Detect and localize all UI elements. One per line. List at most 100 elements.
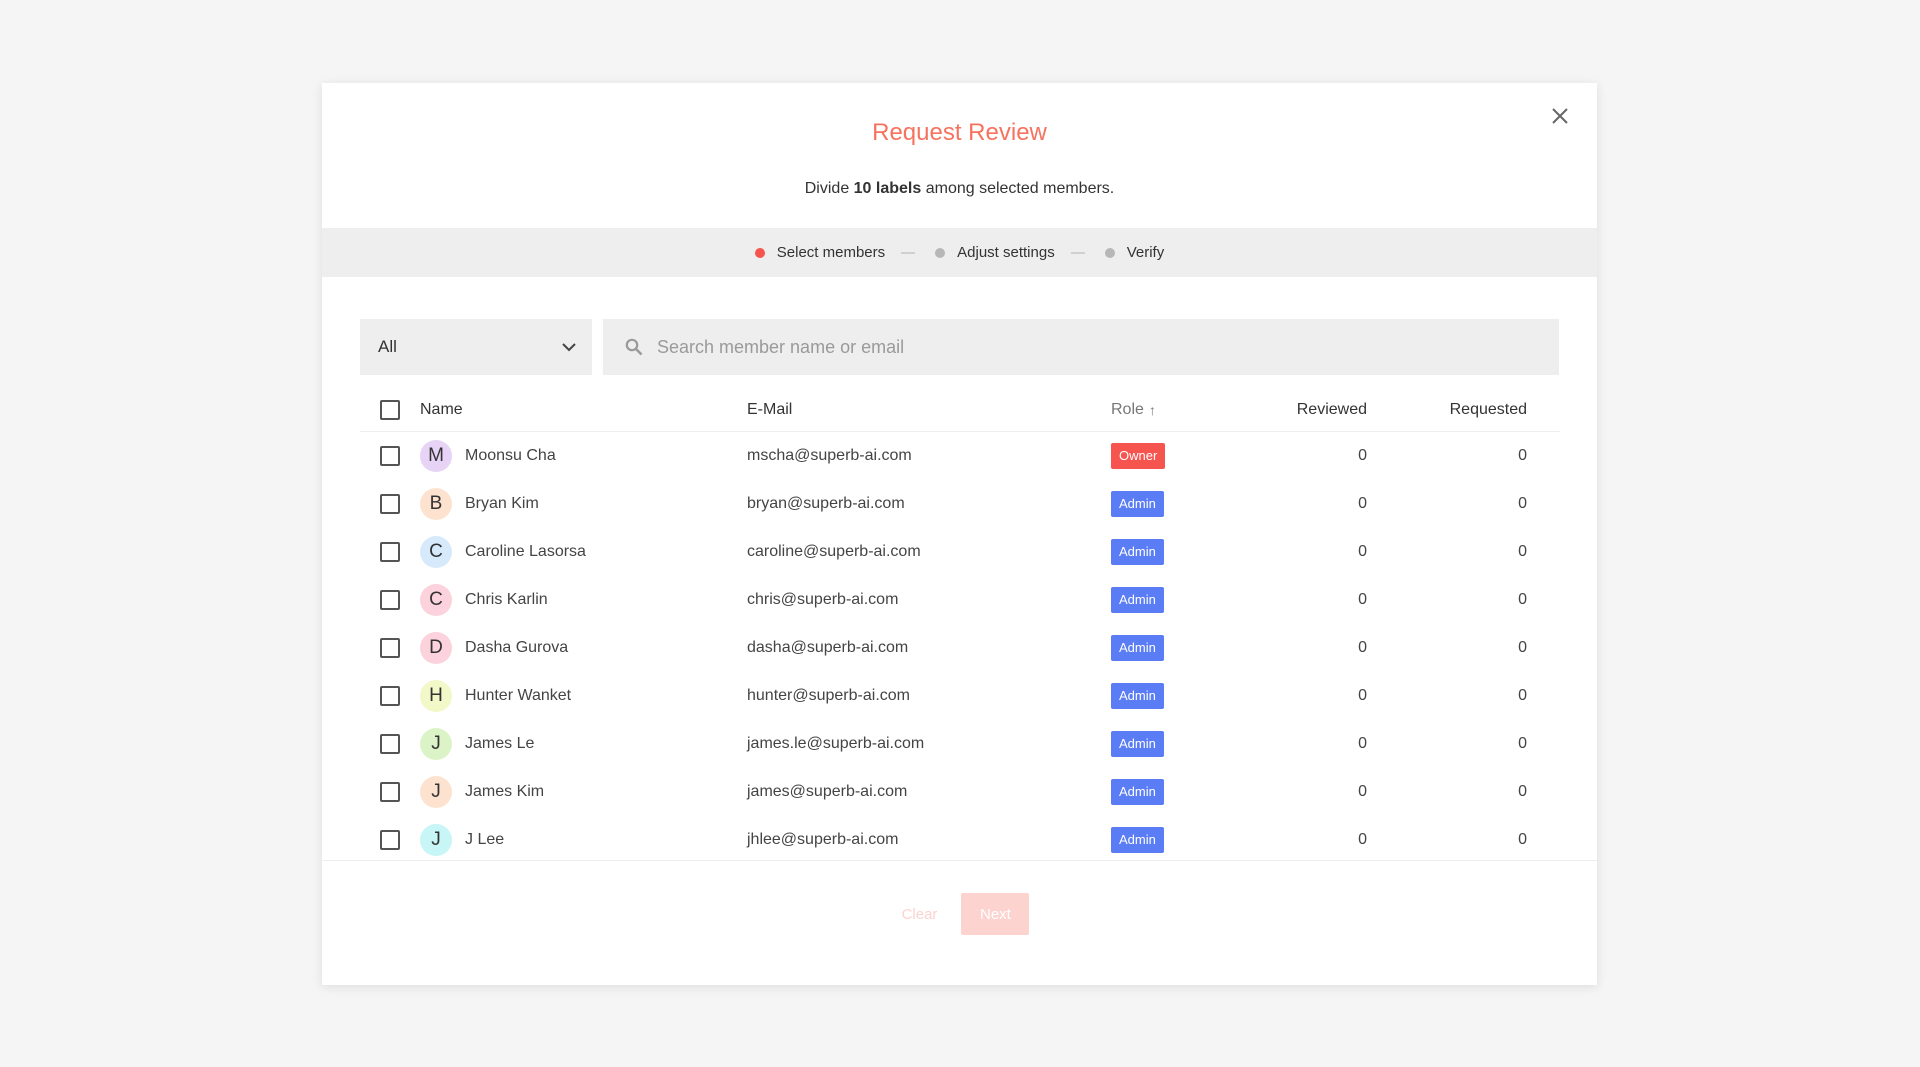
role-filter-value: All bbox=[378, 337, 397, 356]
reviewed-count: 0 bbox=[1358, 687, 1367, 704]
select-all-checkbox[interactable] bbox=[380, 399, 400, 420]
dialog-title: Request Review bbox=[872, 119, 1047, 146]
member-email: caroline@superb-ai.com bbox=[747, 543, 921, 560]
search-field[interactable] bbox=[603, 319, 1559, 375]
stepper: Select members Adjust settings Verify bbox=[322, 228, 1597, 277]
requested-count: 0 bbox=[1518, 591, 1527, 608]
member-name: Caroline Lasorsa bbox=[465, 543, 586, 560]
member-name: James Kim bbox=[465, 783, 545, 800]
member-email: james.le@superb-ai.com bbox=[747, 735, 925, 752]
role-column-header[interactable]: Role ↑ bbox=[1111, 401, 1156, 419]
step-label: Adjust settings bbox=[957, 244, 1055, 261]
table-row[interactable]: C Chris Karlin chris@superb-ai.com Admin 0 0 bbox=[360, 576, 1560, 624]
divider bbox=[322, 860, 1597, 861]
table-row[interactable]: C Caroline Lasorsa caroline@superb-ai.com A… bbox=[360, 528, 1560, 576]
reviewed-count: 0 bbox=[1358, 783, 1367, 800]
avatar: C bbox=[420, 536, 452, 568]
member-email: jhlee@superb-ai.com bbox=[747, 831, 899, 848]
role-badge: Admin bbox=[1111, 635, 1164, 661]
next-button[interactable]: Next bbox=[961, 893, 1030, 935]
member-name: James Le bbox=[465, 735, 535, 752]
requested-count: 0 bbox=[1518, 831, 1527, 848]
step-label: Select members bbox=[776, 244, 886, 261]
requested-count: 0 bbox=[1518, 783, 1527, 800]
row-checkbox[interactable] bbox=[380, 590, 400, 610]
step-divider bbox=[901, 251, 916, 254]
reviewed-count: 0 bbox=[1358, 639, 1367, 656]
chevron-down-icon bbox=[562, 343, 576, 352]
table-row[interactable]: B Bryan Kim bryan@superb-ai.com Admin 0 0 bbox=[360, 480, 1560, 528]
members-table: Name E-Mail Role ↑ Reviewed Requested MM… bbox=[360, 388, 1560, 864]
row-checkbox[interactable] bbox=[380, 830, 400, 850]
reviewed-count: 0 bbox=[1358, 831, 1367, 848]
table-header: Name E-Mail Role ↑ Reviewed Requested bbox=[360, 388, 1560, 432]
member-name: J Lee bbox=[465, 831, 505, 848]
step-dot bbox=[935, 247, 946, 258]
row-checkbox[interactable] bbox=[380, 734, 400, 754]
requested-count: 0 bbox=[1518, 447, 1527, 464]
search-icon bbox=[625, 338, 643, 356]
row-checkbox[interactable] bbox=[380, 446, 400, 466]
role-badge: Owner bbox=[1111, 443, 1166, 469]
member-email: mscha@superb-ai.com bbox=[747, 447, 912, 464]
email-column-header: E-Mail bbox=[747, 400, 793, 418]
table-row[interactable]: D Dasha Gurova dasha@superb-ai.com Admin 0 0 bbox=[360, 624, 1560, 672]
clear-button[interactable]: Clear bbox=[890, 893, 950, 935]
member-email: james@superb-ai.com bbox=[747, 783, 908, 800]
table-row[interactable]: M Moonsu Cha mscha@superb-ai.com Owner 0 0 bbox=[360, 432, 1560, 480]
step-select-members: Select members bbox=[754, 244, 886, 261]
reviewed-count: 0 bbox=[1358, 591, 1367, 608]
requested-count: 0 bbox=[1518, 735, 1527, 752]
subtitle-suffix: among selected members. bbox=[921, 180, 1115, 197]
requested-column-header: Requested bbox=[1449, 400, 1527, 418]
arrow-up-icon: ↑ bbox=[1148, 401, 1156, 418]
row-checkbox[interactable] bbox=[380, 542, 400, 562]
member-email: bryan@superb-ai.com bbox=[747, 495, 905, 512]
table-row[interactable]: H Hunter Wanket hunter@superb-ai.com Admin 0… bbox=[360, 672, 1560, 720]
avatar: J bbox=[420, 824, 452, 856]
row-checkbox[interactable] bbox=[380, 782, 400, 802]
reviewed-count: 0 bbox=[1358, 543, 1367, 560]
requested-count: 0 bbox=[1518, 639, 1527, 656]
avatar: H bbox=[420, 680, 452, 712]
search-input[interactable] bbox=[657, 336, 1537, 358]
role-badge: Admin bbox=[1111, 683, 1164, 709]
role-badge: Admin bbox=[1111, 731, 1164, 757]
request-review-dialog: Request Review Divide 10 labels among se… bbox=[322, 83, 1597, 985]
role-badge: Admin bbox=[1111, 779, 1164, 805]
role-badge: Admin bbox=[1111, 491, 1164, 517]
member-name: Chris Karlin bbox=[465, 591, 548, 608]
member-name: Dasha Gurova bbox=[465, 639, 569, 656]
reviewed-count: 0 bbox=[1358, 447, 1367, 464]
member-email: dasha@superb-ai.com bbox=[747, 639, 909, 656]
avatar: J bbox=[420, 776, 452, 808]
name-column-header: Name bbox=[420, 400, 463, 418]
role-badge: Admin bbox=[1111, 539, 1164, 565]
row-checkbox[interactable] bbox=[380, 638, 400, 658]
member-name: Moonsu Cha bbox=[465, 447, 556, 464]
step-dot bbox=[1104, 247, 1115, 258]
table-row[interactable]: J James Kim james@superb-ai.com Admin 0 0 bbox=[360, 768, 1560, 816]
avatar: C bbox=[420, 584, 452, 616]
member-name: Bryan Kim bbox=[465, 495, 539, 512]
requested-count: 0 bbox=[1518, 543, 1527, 560]
member-email: hunter@superb-ai.com bbox=[747, 687, 910, 704]
role-header-label: Role bbox=[1111, 400, 1144, 418]
requested-count: 0 bbox=[1518, 687, 1527, 704]
member-email: chris@superb-ai.com bbox=[747, 591, 899, 608]
row-checkbox[interactable] bbox=[380, 686, 400, 706]
role-filter-select[interactable]: All bbox=[360, 319, 592, 375]
step-dot-active bbox=[754, 247, 765, 258]
subtitle-prefix: Divide bbox=[804, 180, 854, 197]
reviewed-count: 0 bbox=[1358, 495, 1367, 512]
step-verify: Verify bbox=[1104, 244, 1165, 261]
role-badge: Admin bbox=[1111, 827, 1164, 853]
step-label: Verify bbox=[1126, 244, 1165, 261]
step-divider bbox=[1070, 251, 1085, 254]
table-row[interactable]: J James Le james.le@superb-ai.com Admin 0 0 bbox=[360, 720, 1560, 768]
member-name: Hunter Wanket bbox=[465, 687, 572, 704]
table-row[interactable]: J J Lee jhlee@superb-ai.com Admin 0 0 bbox=[360, 816, 1560, 864]
step-adjust-settings: Adjust settings bbox=[935, 244, 1055, 261]
reviewed-count: 0 bbox=[1358, 735, 1367, 752]
row-checkbox[interactable] bbox=[380, 494, 400, 514]
